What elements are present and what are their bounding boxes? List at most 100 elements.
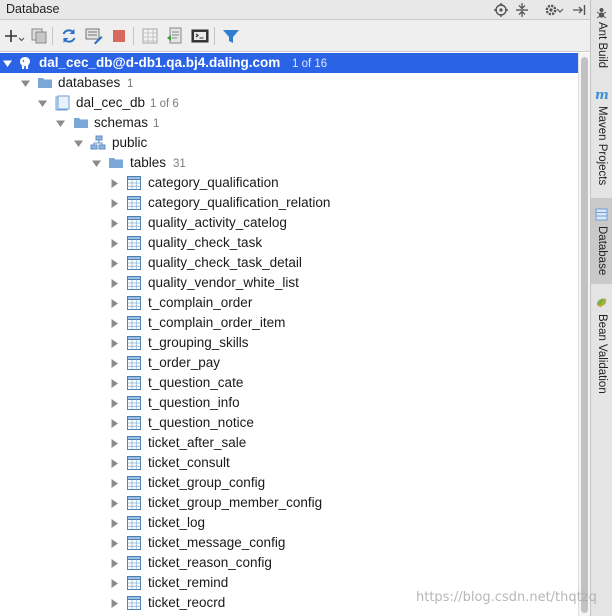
table-icon <box>127 376 141 390</box>
stop-icon[interactable] <box>110 27 128 45</box>
expanded-arrow-icon[interactable] <box>38 99 47 108</box>
collapsed-arrow-icon[interactable] <box>110 299 119 308</box>
expanded-arrow-icon[interactable] <box>3 59 12 68</box>
table-icon <box>127 236 141 250</box>
table-icon <box>127 536 141 550</box>
side-tab-database[interactable]: Database <box>591 198 612 284</box>
add-icon[interactable] <box>5 27 25 45</box>
tree-node-table[interactable]: t_question_info <box>0 393 578 413</box>
tree-node-schema-public[interactable]: public <box>0 133 578 153</box>
expanded-arrow-icon[interactable] <box>56 119 65 128</box>
collapsed-arrow-icon[interactable] <box>110 599 119 608</box>
table-name: ticket_group_config <box>148 475 266 490</box>
collapsed-arrow-icon[interactable] <box>110 219 119 228</box>
console-icon[interactable] <box>191 27 209 45</box>
tree-node-table[interactable]: t_question_cate <box>0 373 578 393</box>
tree-node-table[interactable]: quality_vendor_white_list <box>0 273 578 293</box>
collapsed-arrow-icon[interactable] <box>110 559 119 568</box>
chevron-down-icon[interactable] <box>556 2 564 18</box>
database-icon <box>55 95 70 111</box>
table-icon <box>127 336 141 350</box>
collapsed-arrow-icon[interactable] <box>110 459 119 468</box>
table-name: quality_activity_catelog <box>148 215 287 230</box>
tree-node-table[interactable]: ticket_group_config <box>0 473 578 493</box>
table-name: t_grouping_skills <box>148 335 249 350</box>
table-name: ticket_reocrd <box>148 595 226 610</box>
tree-node-table[interactable]: ticket_log <box>0 513 578 533</box>
tree-node-table[interactable]: t_question_notice <box>0 413 578 433</box>
tree-node-table[interactable]: ticket_reason_config <box>0 553 578 573</box>
collapsed-arrow-icon[interactable] <box>110 179 119 188</box>
tree-node-tables[interactable]: tables 31 <box>0 153 578 173</box>
table-icon <box>127 216 141 230</box>
tree-node-table[interactable]: quality_activity_catelog <box>0 213 578 233</box>
tree-node-table[interactable]: t_complain_order_item <box>0 313 578 333</box>
folder-icon <box>38 78 52 88</box>
tree-node-table[interactable]: quality_check_task <box>0 233 578 253</box>
tree-node-database[interactable]: dal_cec_db 1 of 6 <box>0 93 578 113</box>
table-icon <box>127 436 141 450</box>
table-name: t_order_pay <box>148 355 221 370</box>
table-name: t_question_cate <box>148 375 244 390</box>
collapsed-arrow-icon[interactable] <box>110 339 119 348</box>
schemas-count: 1 <box>153 118 160 130</box>
crosshair-icon[interactable] <box>493 2 509 18</box>
collapsed-arrow-icon[interactable] <box>110 379 119 388</box>
tree-node-table[interactable]: quality_check_task_detail <box>0 253 578 273</box>
table-view-icon[interactable] <box>141 27 159 45</box>
scrollbar-thumb[interactable] <box>581 57 588 613</box>
table-icon <box>127 516 141 530</box>
collapsed-arrow-icon[interactable] <box>110 399 119 408</box>
tree-node-schemas[interactable]: schemas 1 <box>0 113 578 133</box>
expanded-arrow-icon[interactable] <box>21 79 30 88</box>
collapsed-arrow-icon[interactable] <box>110 279 119 288</box>
tree-node-table[interactable]: ticket_after_sale <box>0 433 578 453</box>
side-tab-bean-validation[interactable]: Bean Validation <box>591 292 612 404</box>
table-icon <box>127 296 141 310</box>
filter-icon[interactable] <box>222 27 240 45</box>
tree-node-table[interactable]: t_grouping_skills <box>0 333 578 353</box>
collapsed-arrow-icon[interactable] <box>110 579 119 588</box>
tree-node-table[interactable]: ticket_consult <box>0 453 578 473</box>
refresh-icon[interactable] <box>60 27 78 45</box>
tree-node-table[interactable]: category_qualification_relation <box>0 193 578 213</box>
tree-node-table[interactable]: ticket_message_config <box>0 533 578 553</box>
collapsed-arrow-icon[interactable] <box>110 239 119 248</box>
database-label: dal_cec_db <box>76 95 146 110</box>
copy-icon[interactable] <box>30 27 48 45</box>
tree-node-table[interactable]: t_order_pay <box>0 353 578 373</box>
hide-window-icon[interactable] <box>571 2 587 18</box>
collapsed-arrow-icon[interactable] <box>110 259 119 268</box>
tree-node-connection[interactable]: dal_cec_db@d-db1.qa.bj4.daling.com 1 of … <box>0 53 578 73</box>
side-tab-maven-projects[interactable]: m Maven Projects <box>591 86 612 190</box>
table-icon <box>127 176 141 190</box>
database-icon <box>595 208 608 221</box>
collapsed-arrow-icon[interactable] <box>110 319 119 328</box>
tree-node-databases[interactable]: databases 1 <box>0 73 578 93</box>
expanded-arrow-icon[interactable] <box>74 139 83 148</box>
collapsed-arrow-icon[interactable] <box>110 359 119 368</box>
collapsed-arrow-icon[interactable] <box>110 499 119 508</box>
collapsed-arrow-icon[interactable] <box>110 199 119 208</box>
side-tab-ant-build[interactable]: Ant Build <box>591 2 612 78</box>
table-icon <box>127 576 141 590</box>
collapsed-arrow-icon[interactable] <box>110 539 119 548</box>
collapsed-arrow-icon[interactable] <box>110 439 119 448</box>
collapsed-arrow-icon[interactable] <box>110 519 119 528</box>
properties-icon[interactable] <box>85 27 103 45</box>
tree-scrollbar[interactable] <box>578 53 590 616</box>
expanded-arrow-icon[interactable] <box>92 159 101 168</box>
collapsed-arrow-icon[interactable] <box>110 479 119 488</box>
ant-icon <box>596 8 607 19</box>
tree-node-table[interactable]: ticket_group_member_config <box>0 493 578 513</box>
tree-node-table[interactable]: t_complain_order <box>0 293 578 313</box>
collapsed-arrow-icon[interactable] <box>110 419 119 428</box>
side-tab-label: Maven Projects <box>596 106 608 186</box>
tool-window-header: Database <box>0 0 590 20</box>
databases-label: databases <box>58 75 121 90</box>
collapse-all-icon[interactable] <box>514 2 530 18</box>
tree-node-table[interactable]: category_qualification <box>0 173 578 193</box>
table-name: t_complain_order <box>148 295 253 310</box>
table-icon <box>127 416 141 430</box>
jump-to-source-icon[interactable] <box>166 27 184 45</box>
